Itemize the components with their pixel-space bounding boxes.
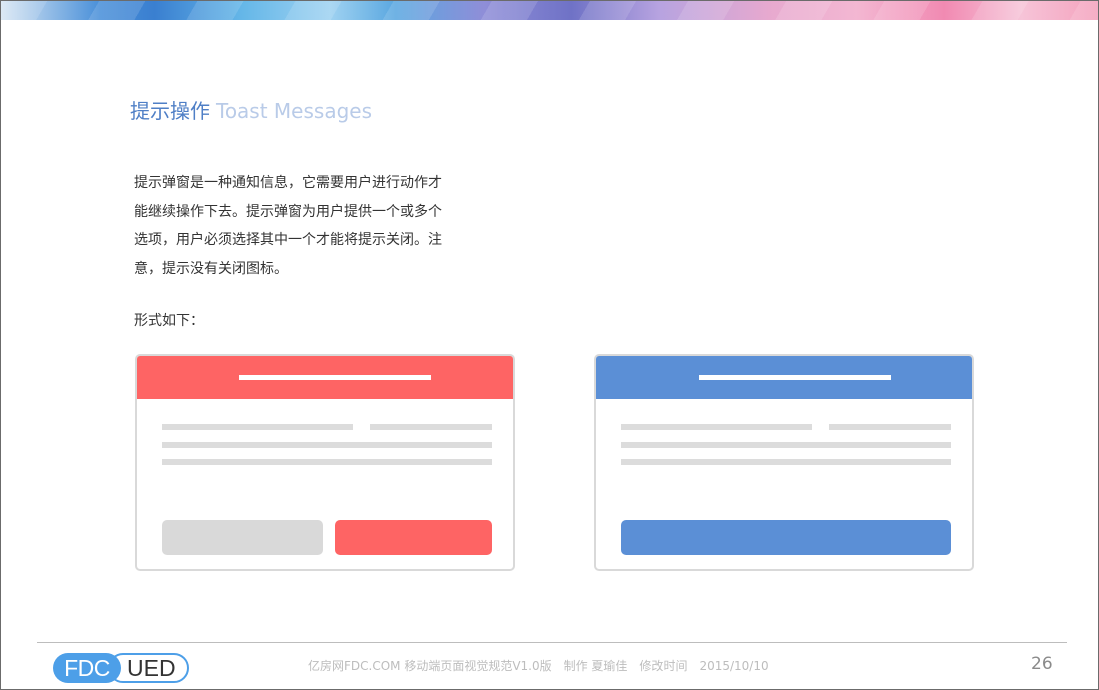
- primary-button-placeholder[interactable]: [335, 520, 492, 555]
- form-label: 形式如下：: [134, 313, 204, 329]
- text-line-placeholder: [621, 442, 951, 448]
- toast-example-two-button: [135, 354, 515, 571]
- text-line-placeholder: [621, 459, 951, 465]
- slide: 提示操作 Toast Messages 提示弹窗是一种通知信息，它需要用户进行动作…: [0, 0, 1099, 690]
- primary-button-placeholder[interactable]: [621, 520, 951, 555]
- secondary-button-placeholder[interactable]: [162, 520, 323, 555]
- text-line-placeholder: [829, 424, 951, 430]
- logo-fdc: FDC: [53, 653, 121, 683]
- heading-zh: 提示操作: [130, 99, 210, 123]
- toast-example-single-button: [594, 354, 974, 571]
- toast-header: [137, 356, 513, 399]
- fdc-ued-logo: UED FDC: [53, 653, 189, 683]
- text-line-placeholder: [162, 442, 492, 448]
- section-heading: 提示操作 Toast Messages: [130, 95, 372, 124]
- description-text: 提示弹窗是一种通知信息，它需要用户进行动作才能继续操作下去。提示弹窗为用户提供一…: [134, 175, 442, 277]
- text-line-placeholder: [370, 424, 492, 430]
- heading-en: Toast Messages: [216, 99, 373, 123]
- toast-title-placeholder: [699, 375, 891, 380]
- footer-divider: [37, 642, 1067, 643]
- toast-header: [596, 356, 972, 399]
- text-line-placeholder: [621, 424, 812, 430]
- text-line-placeholder: [162, 459, 492, 465]
- text-line-placeholder: [162, 424, 353, 430]
- footer-credits: 亿房网FDC.COM 移动端页面视觉规范V1.0版 制作 夏瑜佳 修改时间 20…: [308, 659, 769, 673]
- page-number: 26: [1031, 654, 1053, 674]
- toast-title-placeholder: [239, 375, 431, 380]
- header-banner: [1, 1, 1098, 20]
